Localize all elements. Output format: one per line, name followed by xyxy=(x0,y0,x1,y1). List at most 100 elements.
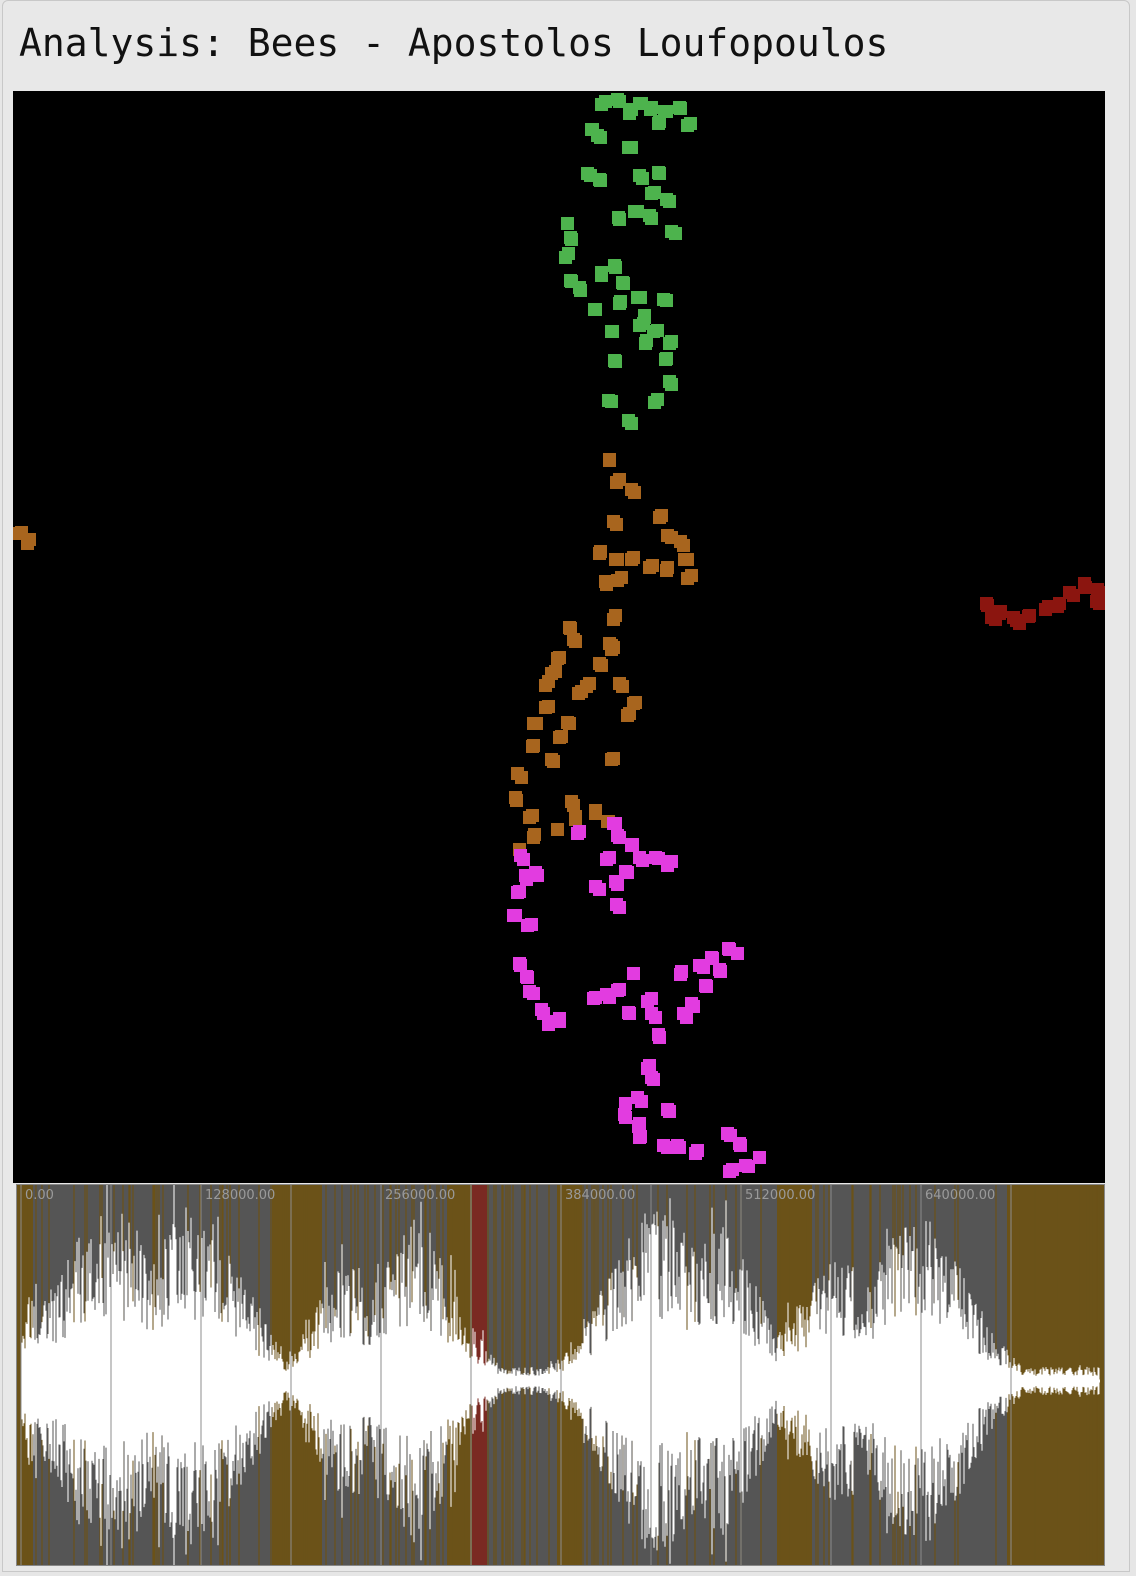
waveform-plot[interactable]: 0.00 128000.00 256000.00 384000.00 512000.00… xyxy=(17,1185,1104,1565)
tick-label: 256000.00 xyxy=(385,1188,455,1203)
point-green xyxy=(622,414,635,427)
point-green xyxy=(595,266,608,279)
point-brown xyxy=(551,652,564,665)
point-green xyxy=(594,174,607,187)
point-magenta xyxy=(726,1163,739,1176)
point-brown xyxy=(660,564,673,577)
tick-label: 384000.00 xyxy=(565,1188,635,1203)
point-magenta xyxy=(587,992,600,1005)
point-brown xyxy=(595,659,608,672)
point-green xyxy=(564,231,577,244)
point-brown xyxy=(607,613,620,626)
point-green xyxy=(625,103,638,116)
point-brown xyxy=(561,716,574,729)
point-brown xyxy=(555,730,568,743)
point-dark-red xyxy=(989,613,1002,626)
point-magenta xyxy=(636,854,649,867)
audio-waveform-view[interactable]: 0.00 128000.00 256000.00 384000.00 512000.00… xyxy=(16,1184,1105,1566)
cluster-scatter-plot[interactable] xyxy=(13,91,1105,1183)
point-magenta xyxy=(607,817,620,830)
point-brown xyxy=(655,509,668,522)
point-magenta xyxy=(553,1012,566,1025)
point-magenta xyxy=(611,984,624,997)
point-brown xyxy=(616,680,629,693)
point-dark-red xyxy=(980,597,993,610)
cluster-scatter-view[interactable] xyxy=(13,91,1105,1183)
point-magenta xyxy=(621,866,634,879)
point-green xyxy=(608,259,621,272)
point-green xyxy=(574,284,587,297)
point-green xyxy=(612,211,625,224)
point-brown xyxy=(674,535,687,548)
point-magenta xyxy=(645,1007,658,1020)
point-magenta xyxy=(734,1139,747,1152)
point-green xyxy=(608,354,621,367)
point-green xyxy=(616,276,629,289)
point-brown xyxy=(515,771,528,784)
point-magenta xyxy=(700,980,713,993)
point-brown xyxy=(567,633,580,646)
window-title: Analysis: Bees - Apostolos Loufopoulos xyxy=(19,21,889,65)
point-green xyxy=(622,141,635,154)
point-brown xyxy=(572,687,585,700)
point-magenta xyxy=(600,853,613,866)
analysis-window: Analysis: Bees - Apostolos Loufopoulos 0… xyxy=(2,0,1130,1572)
point-magenta xyxy=(634,1130,647,1143)
point-magenta xyxy=(674,968,687,981)
point-dark-red xyxy=(1078,577,1091,590)
point-magenta xyxy=(742,1160,755,1173)
tick-label: 128000.00 xyxy=(205,1188,275,1203)
point-brown xyxy=(510,794,523,807)
point-magenta xyxy=(714,965,727,978)
point-magenta xyxy=(589,880,602,893)
point-magenta xyxy=(626,838,639,851)
point-magenta xyxy=(652,1028,665,1041)
point-brown xyxy=(607,641,620,654)
point-green xyxy=(606,325,619,338)
point-green xyxy=(660,352,673,365)
point-green xyxy=(665,378,678,391)
point-green xyxy=(594,131,607,144)
point-brown xyxy=(661,529,674,542)
point-green xyxy=(640,334,653,347)
point-green xyxy=(645,212,658,225)
point-magenta xyxy=(647,1073,660,1086)
point-dark-red xyxy=(1010,614,1023,627)
point-magenta xyxy=(691,1144,704,1157)
point-green xyxy=(648,396,661,409)
point-magenta xyxy=(627,967,640,980)
point-green xyxy=(595,98,608,111)
point-magenta xyxy=(680,1011,693,1024)
point-green xyxy=(652,166,665,179)
point-magenta xyxy=(671,1139,684,1152)
point-green xyxy=(644,103,657,116)
point-magenta xyxy=(645,992,658,1005)
point-dark-red xyxy=(1051,600,1064,613)
point-brown xyxy=(627,551,640,564)
point-dark-red xyxy=(1063,586,1076,599)
point-green xyxy=(674,102,687,115)
point-green xyxy=(588,303,601,316)
point-brown xyxy=(610,476,623,489)
point-magenta xyxy=(635,1095,648,1108)
point-magenta xyxy=(571,827,584,840)
point-magenta xyxy=(611,878,624,891)
point-green xyxy=(562,247,575,260)
point-green xyxy=(637,317,650,330)
point-brown xyxy=(621,709,634,722)
point-brown xyxy=(678,553,691,566)
point-brown xyxy=(628,486,641,499)
point-magenta xyxy=(731,947,744,960)
tick-label: 640000.00 xyxy=(925,1188,995,1203)
point-brown xyxy=(528,828,541,841)
point-magenta xyxy=(523,985,536,998)
point-brown xyxy=(526,740,539,753)
point-magenta xyxy=(514,849,527,862)
point-brown xyxy=(569,810,582,823)
point-brown xyxy=(611,553,624,566)
point-brown xyxy=(542,675,555,688)
point-green xyxy=(665,335,678,348)
point-magenta xyxy=(610,898,623,911)
point-green xyxy=(611,93,624,106)
point-brown xyxy=(607,752,620,765)
